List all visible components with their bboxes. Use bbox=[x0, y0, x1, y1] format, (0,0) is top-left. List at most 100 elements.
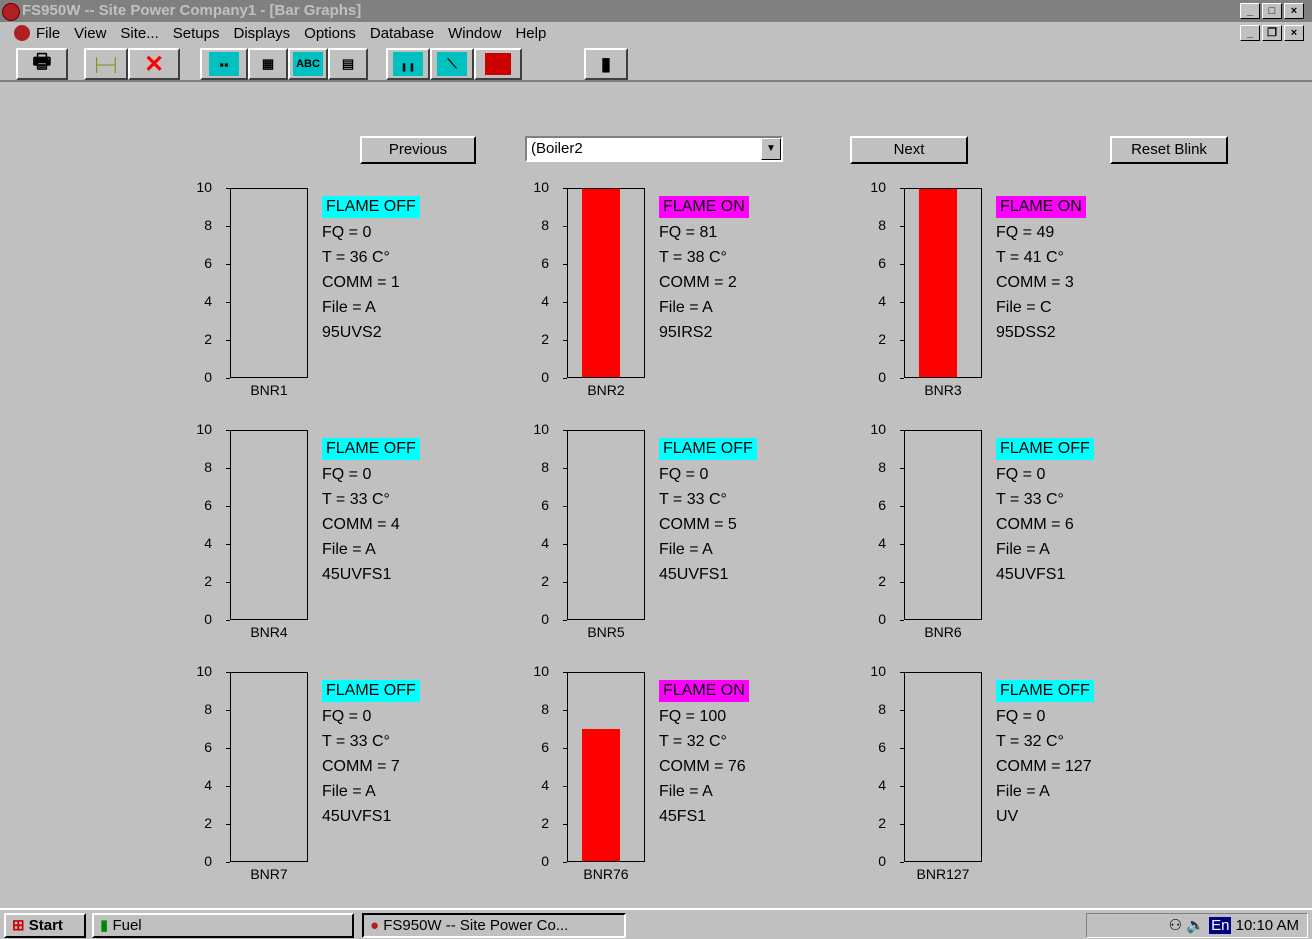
menu-item-options[interactable]: Options bbox=[304, 25, 356, 42]
axis-tick-label: 8 bbox=[204, 701, 212, 717]
grid-view-button[interactable]: ▤ bbox=[328, 48, 368, 80]
axis-tick-label: 0 bbox=[541, 611, 549, 627]
doc-close-button[interactable]: × bbox=[1284, 25, 1304, 41]
doc-minimize-button[interactable]: _ bbox=[1240, 25, 1260, 41]
axis-tick-label: 6 bbox=[541, 739, 549, 755]
exit-button[interactable]: ▮ bbox=[584, 48, 628, 80]
axis-tick-label: 8 bbox=[204, 217, 212, 233]
bar-frame bbox=[904, 672, 982, 862]
next-button[interactable]: Next bbox=[850, 136, 968, 164]
burner-graph-bnr2: 10 8 6 4 2 0 BNR2 FLAME ON FQ = 81 T = 38 C° COMM … bbox=[527, 179, 867, 402]
axis-tick-label: 4 bbox=[878, 777, 886, 793]
burner-info: FQ = 0 T = 33 C° COMM = 4 File = A 45UVFS1 bbox=[322, 462, 400, 587]
menu-item-setups[interactable]: Setups bbox=[173, 25, 220, 42]
language-indicator[interactable]: En bbox=[1209, 917, 1232, 934]
clock: 10:10 AM bbox=[1235, 917, 1299, 934]
list-view-button[interactable]: ▪▪ bbox=[200, 48, 248, 80]
menu-item-database[interactable]: Database bbox=[370, 25, 434, 42]
menu-item-file[interactable]: File bbox=[36, 25, 60, 42]
burner-t: T = 33 C° bbox=[322, 733, 390, 750]
axis-tick-mark bbox=[226, 620, 230, 621]
taskbar-item-fuel[interactable]: ▮ Fuel bbox=[92, 913, 354, 938]
table-icon: ▦ bbox=[261, 56, 275, 71]
taskbar-item-fs950w[interactable]: ● FS950W -- Site Power Co... bbox=[362, 913, 626, 938]
axis-tick-label: 6 bbox=[541, 255, 549, 271]
bar-frame bbox=[567, 672, 645, 862]
previous-button[interactable]: Previous bbox=[360, 136, 476, 164]
maximize-button[interactable]: □ bbox=[1262, 3, 1282, 19]
disconnect-button[interactable]: ✕ bbox=[128, 48, 180, 80]
axis-tick-mark bbox=[900, 378, 904, 379]
boiler-select[interactable]: (Boiler2 ▼ bbox=[525, 136, 783, 162]
burner-fq: FQ = 0 bbox=[659, 466, 709, 483]
axis-tick-label: 0 bbox=[541, 853, 549, 869]
axis-tick-label: 0 bbox=[204, 853, 212, 869]
taskbar-item-label: FS950W -- Site Power Co... bbox=[383, 917, 569, 934]
menu-item-displays[interactable]: Displays bbox=[233, 25, 290, 42]
menu-item-help[interactable]: Help bbox=[515, 25, 546, 42]
burner-graph-bnr3: 10 8 6 4 2 0 BNR3 FLAME ON FQ = 49 T = 41 C° COMM … bbox=[864, 179, 1204, 402]
bar-graph-icon: ╻╻ bbox=[393, 52, 423, 76]
burner-t: T = 33 C° bbox=[996, 491, 1064, 508]
axis-tick-label: 10 bbox=[533, 663, 549, 679]
burner-graph-bnr7: 10 8 6 4 2 0 BNR7 FLAME OFF FQ = 0 T = 33 C° COMM … bbox=[190, 663, 530, 886]
trend-button[interactable]: ⟍ bbox=[430, 48, 474, 80]
axis-tick-label: 0 bbox=[878, 369, 886, 385]
burner-name: BNR127 bbox=[916, 866, 970, 882]
bar-frame bbox=[567, 430, 645, 620]
connect-icon: ├─┤ bbox=[92, 56, 120, 72]
burner-name: BNR2 bbox=[587, 382, 625, 398]
burner-sensor: 95DSS2 bbox=[996, 324, 1056, 341]
flame-status-badge: FLAME OFF bbox=[322, 438, 420, 460]
print-button[interactable]: 🖶 bbox=[16, 48, 68, 80]
network-icon[interactable]: ⚇ bbox=[1169, 917, 1182, 934]
bar-frame bbox=[230, 188, 308, 378]
speaker-icon[interactable]: 🔈 bbox=[1186, 917, 1205, 934]
windows-logo-icon: ⊞ bbox=[12, 917, 25, 934]
flame-status-badge: FLAME OFF bbox=[322, 680, 420, 702]
axis-tick-label: 4 bbox=[541, 293, 549, 309]
toolbar: 🖶 ├─┤ ✕ ▪▪ ▦ ABC ▤ ╻╻ ⟍ ▮ bbox=[0, 44, 1312, 82]
burner-sensor: 45UVFS1 bbox=[996, 566, 1066, 583]
burner-info: FQ = 0 T = 33 C° COMM = 5 File = A 45UVFS1 bbox=[659, 462, 737, 587]
axis-tick-mark bbox=[563, 620, 567, 621]
battery-icon: ▮ bbox=[100, 917, 109, 934]
burner-t: T = 32 C° bbox=[996, 733, 1064, 750]
title-bar: FS950W -- Site Power Company1 - [Bar Gra… bbox=[0, 0, 1312, 22]
burner-t: T = 38 C° bbox=[659, 249, 727, 266]
bar-frame bbox=[230, 672, 308, 862]
doc-restore-button[interactable]: ❐ bbox=[1262, 25, 1282, 41]
start-button[interactable]: ⊞ Start bbox=[4, 913, 86, 938]
connect-button[interactable]: ├─┤ bbox=[84, 48, 128, 80]
app-icon[interactable] bbox=[2, 3, 20, 21]
flame-status-badge: FLAME OFF bbox=[322, 196, 420, 218]
bar-graph-button[interactable]: ╻╻ bbox=[386, 48, 430, 80]
flame-status-badge: FLAME OFF bbox=[659, 438, 757, 460]
flame-status-badge: FLAME OFF bbox=[996, 438, 1094, 460]
bar-frame bbox=[904, 430, 982, 620]
axis-tick-label: 0 bbox=[204, 369, 212, 385]
minimize-button[interactable]: _ bbox=[1240, 3, 1260, 19]
reset-blink-button[interactable]: Reset Blink bbox=[1110, 136, 1228, 164]
axis-tick-label: 6 bbox=[878, 739, 886, 755]
axis-tick-mark bbox=[563, 378, 567, 379]
menu-item-view[interactable]: View bbox=[74, 25, 106, 42]
burner-graph-bnr1: 10 8 6 4 2 0 BNR1 FLAME OFF FQ = 0 T = 36 C° COMM … bbox=[190, 179, 530, 402]
flame-bar bbox=[919, 189, 957, 377]
document-icon[interactable] bbox=[14, 25, 30, 41]
text-view-button[interactable]: ABC bbox=[288, 48, 328, 80]
close-button[interactable]: × bbox=[1284, 3, 1304, 19]
door-icon: ▮ bbox=[601, 53, 611, 74]
bar-frame bbox=[230, 430, 308, 620]
burner-t: T = 33 C° bbox=[322, 491, 390, 508]
axis-tick-label: 10 bbox=[533, 179, 549, 195]
burner-graph-bnr127: 10 8 6 4 2 0 BNR127 FLAME OFF FQ = 0 T = 32 C° COM… bbox=[864, 663, 1204, 886]
axis-tick-label: 4 bbox=[878, 293, 886, 309]
alarm-button[interactable] bbox=[474, 48, 522, 80]
axis-tick-label: 6 bbox=[541, 497, 549, 513]
chevron-down-icon[interactable]: ▼ bbox=[761, 138, 781, 160]
axis-tick-mark bbox=[563, 862, 567, 863]
menu-item-window[interactable]: Window bbox=[448, 25, 501, 42]
menu-item-site[interactable]: Site... bbox=[120, 25, 158, 42]
table-view-button[interactable]: ▦ bbox=[248, 48, 288, 80]
